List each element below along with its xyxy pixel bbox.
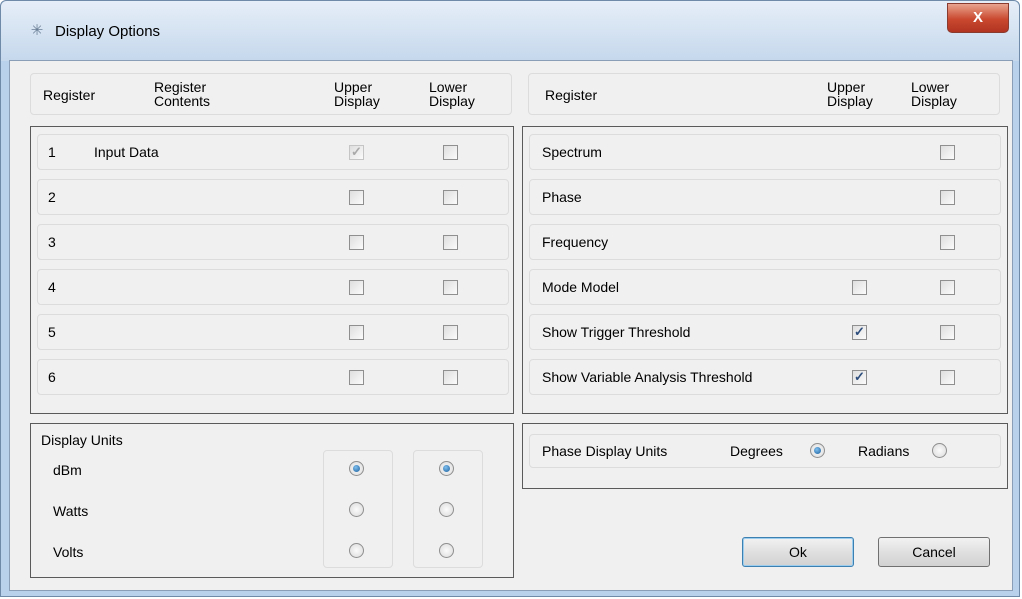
lower-unit-radio-watts[interactable] [439, 502, 454, 517]
unit-label-volts: Volts [53, 544, 84, 560]
register-number: 2 [48, 189, 56, 205]
right-register-row: Show Variable Analysis Threshold [529, 359, 1001, 395]
upper-display-checkbox[interactable] [349, 325, 364, 340]
upper-display-checkbox[interactable] [349, 370, 364, 385]
right-register-row: Frequency [529, 224, 1001, 260]
register-row-1: 1 Input Data [37, 134, 509, 170]
upper-display-checkbox[interactable] [349, 190, 364, 205]
upper-display-checkbox[interactable] [852, 280, 867, 295]
upper-unit-radio-watts[interactable] [349, 502, 364, 517]
register-number: 1 [48, 144, 56, 160]
lower-display-checkbox[interactable] [940, 145, 955, 160]
lower-display-checkbox[interactable] [940, 370, 955, 385]
lower-unit-radio-dbm[interactable] [439, 461, 454, 476]
header-lower-display: Lower Display [429, 79, 475, 109]
dialog-client: Register Register Contents Upper Display… [9, 60, 1013, 591]
display-units-group: Display Units dBm Watts Volts [30, 423, 514, 578]
lower-display-checkbox[interactable] [443, 325, 458, 340]
register-number: 4 [48, 279, 56, 295]
lower-display-checkbox[interactable] [940, 190, 955, 205]
right-register-label: Modе Model [542, 279, 620, 295]
header-register: Register [43, 87, 96, 103]
upper-display-checkbox [349, 144, 364, 160]
right-register-row: Phase [529, 179, 1001, 215]
register-number: 6 [48, 369, 56, 385]
register-row-3: 3 [37, 224, 509, 260]
right-registers-group: Spectrum Phase Frequency Modе Model Show Tri… [522, 126, 1008, 414]
close-icon: X [972, 9, 983, 26]
unit-label-dbm: dBm [53, 462, 82, 478]
upper-display-checkbox[interactable] [852, 324, 867, 340]
right-register-row: Spectrum [529, 134, 1001, 170]
lower-display-checkbox[interactable] [443, 145, 458, 160]
degrees-label: Degrees [730, 443, 783, 459]
right-register-label: Spectrum [542, 144, 602, 160]
register-row-4: 4 [37, 269, 509, 305]
close-button[interactable]: X [947, 3, 1009, 33]
lower-display-checkbox[interactable] [443, 370, 458, 385]
degrees-radio[interactable] [810, 443, 825, 458]
header-lower-display-right: Lower Display [911, 79, 957, 109]
lower-display-checkbox[interactable] [443, 190, 458, 205]
radians-radio[interactable] [932, 443, 947, 458]
upper-unit-radio-dbm[interactable] [349, 461, 364, 476]
right-register-row: Show Trigger Threshold [529, 314, 1001, 350]
right-register-label: Phase [542, 189, 582, 205]
phase-units-row: Phase Display Units Degrees Radians [529, 434, 1001, 468]
title-bar[interactable]: ✳ Display Options X [1, 1, 1019, 61]
upper-unit-radio-volts[interactable] [349, 543, 364, 558]
register-number: 3 [48, 234, 56, 250]
right-register-row: Modе Model [529, 269, 1001, 305]
phase-units-group: Phase Display Units Degrees Radians [522, 423, 1008, 489]
lower-display-checkbox[interactable] [443, 280, 458, 295]
register-row-2: 2 [37, 179, 509, 215]
left-registers-group: 1 Input Data 2 3 4 5 6 [30, 126, 514, 414]
lower-unit-radio-volts[interactable] [439, 543, 454, 558]
lower-display-checkbox[interactable] [940, 325, 955, 340]
right-register-label: Frequency [542, 234, 609, 250]
upper-display-checkbox[interactable] [349, 280, 364, 295]
window-title: Display Options [55, 23, 161, 40]
right-register-label: Show Variable Analysis Threshold [542, 369, 753, 385]
cancel-button[interactable]: Cancel [878, 537, 990, 567]
unit-label-watts: Watts [53, 503, 89, 519]
lower-display-checkbox[interactable] [443, 235, 458, 250]
header-upper-display: Upper Display [334, 79, 380, 109]
right-register-label: Show Trigger Threshold [542, 324, 691, 340]
ok-button[interactable]: Ok [742, 537, 854, 567]
lower-display-checkbox[interactable] [940, 235, 955, 250]
dialog-window: ✳ Display Options X Register Register Co… [0, 0, 1020, 597]
header-register-right: Register [545, 87, 598, 103]
app-icon: ✳ [30, 22, 44, 39]
right-header-row: Register Upper Display Lower Display [528, 73, 1000, 115]
register-number: 5 [48, 324, 56, 340]
upper-display-checkbox[interactable] [349, 235, 364, 250]
phase-units-label: Phase Display Units [542, 443, 668, 459]
radians-label: Radians [858, 443, 910, 459]
register-row-5: 5 [37, 314, 509, 350]
register-row-6: 6 [37, 359, 509, 395]
header-register-contents: Register Contents [154, 79, 211, 109]
lower-display-checkbox[interactable] [940, 280, 955, 295]
register-contents: Input Data [94, 144, 159, 160]
display-units-title: Display Units [41, 432, 123, 448]
header-upper-display-right: Upper Display [827, 79, 873, 109]
left-header-row: Register Register Contents Upper Display… [30, 73, 512, 115]
upper-display-checkbox[interactable] [852, 369, 867, 385]
